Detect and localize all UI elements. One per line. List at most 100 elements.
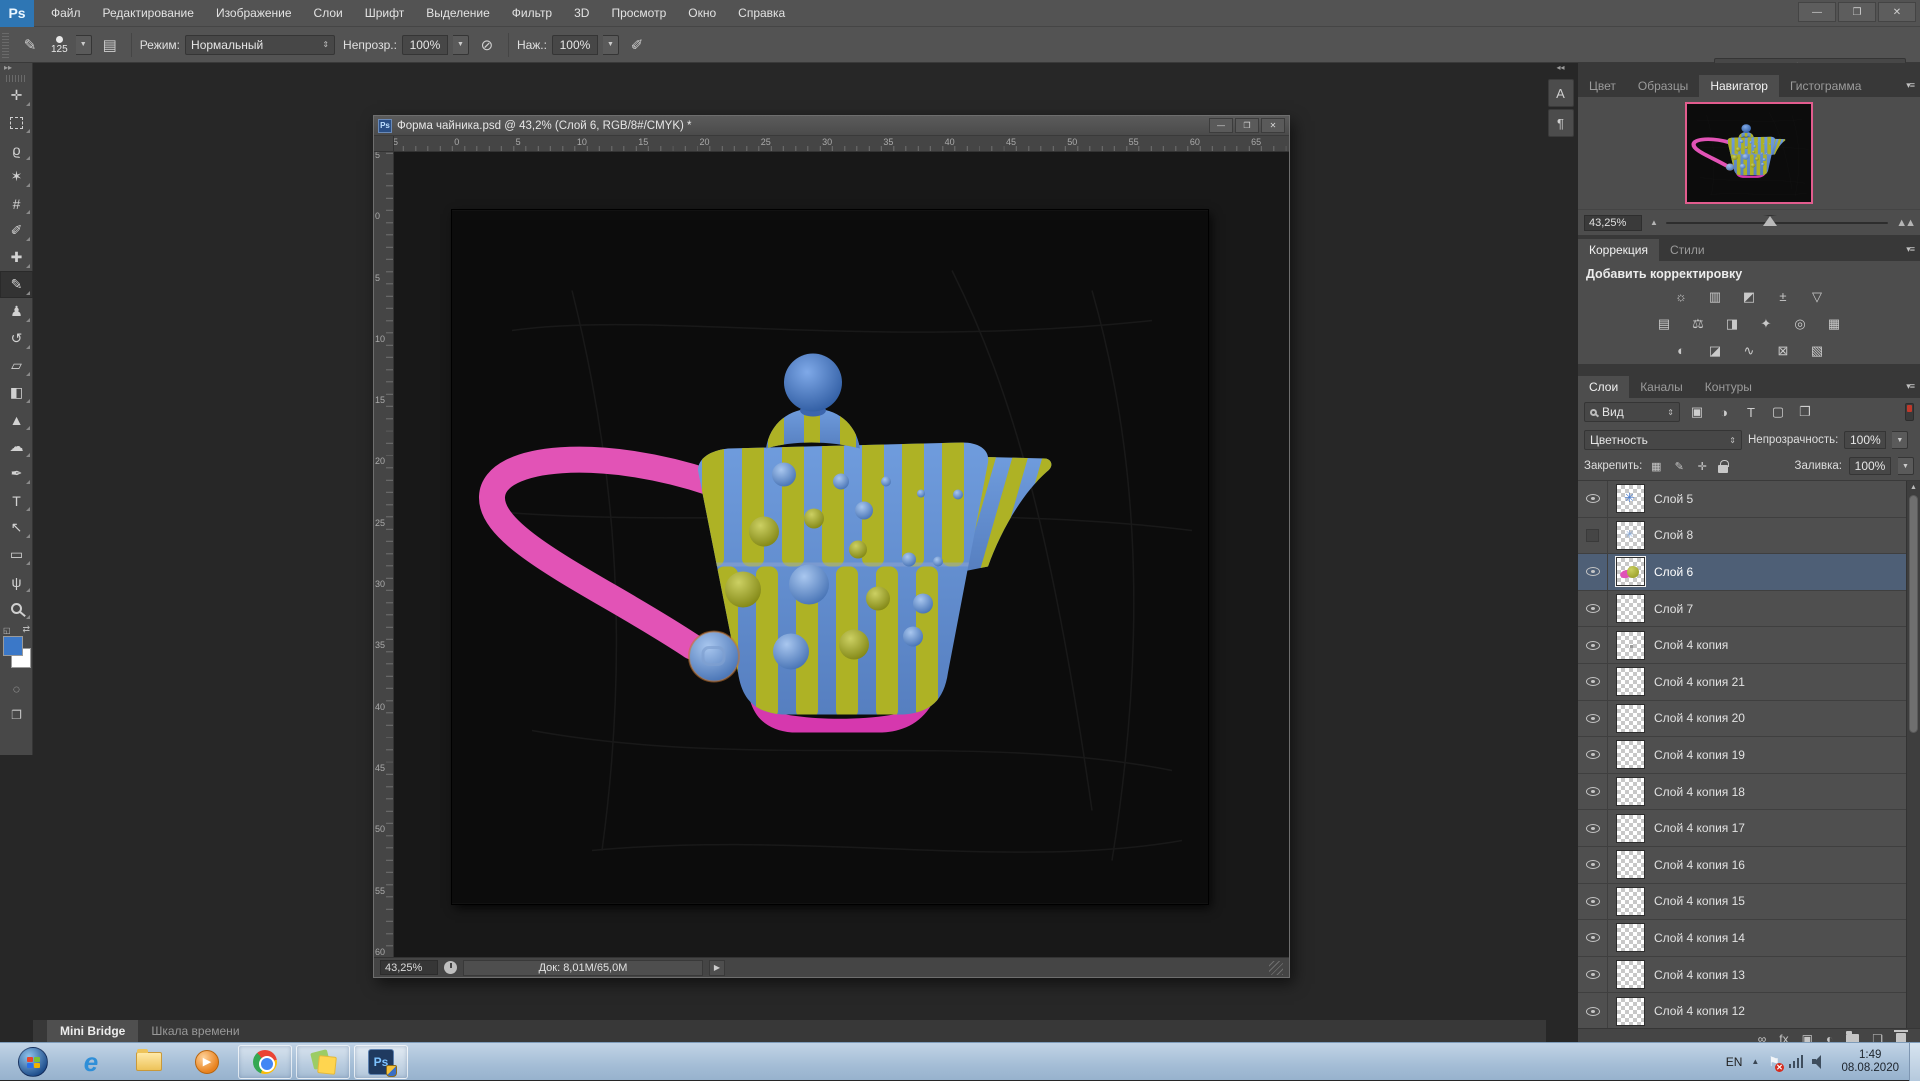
screen-mode-icon[interactable]: ❐ xyxy=(0,702,33,728)
marquee-tool[interactable] xyxy=(0,109,33,136)
layer-thumbnail[interactable] xyxy=(1616,777,1645,806)
adjustment-icon[interactable]: ▥ xyxy=(1703,287,1727,306)
blend-mode-select[interactable]: Нормальный⇕ xyxy=(185,35,335,55)
layer-row[interactable]: Слой 4 копия 18 xyxy=(1578,774,1920,811)
adjustment-icon[interactable]: ⚖ xyxy=(1686,314,1710,333)
layer-thumbnail[interactable] xyxy=(1616,814,1645,843)
filter-adjustment-icon[interactable]: ◑ xyxy=(1714,405,1734,420)
menu-item[interactable]: Изображение xyxy=(205,1,303,25)
layer-opacity-input[interactable]: 100% xyxy=(1844,431,1886,449)
brush-tool[interactable]: ✎ xyxy=(0,271,33,298)
visibility-cell[interactable] xyxy=(1578,627,1608,663)
airbrush-icon[interactable]: ✐ xyxy=(624,33,650,57)
canvas-artwork[interactable] xyxy=(452,210,1208,904)
menu-item[interactable]: Файл xyxy=(40,1,92,25)
navigator-zoom-slider[interactable] xyxy=(1666,222,1888,224)
show-desktop-button[interactable] xyxy=(1909,1043,1920,1081)
filter-smart-object-icon[interactable]: ❐ xyxy=(1795,404,1815,420)
layer-row[interactable]: Слой 8 xyxy=(1578,518,1920,555)
lock-position-icon[interactable]: ✛ xyxy=(1695,460,1709,473)
brush-preset-picker[interactable]: 125 xyxy=(48,36,71,54)
layer-row[interactable]: Слой 4 копия 13 xyxy=(1578,957,1920,994)
layer-thumbnail[interactable] xyxy=(1616,594,1645,623)
menu-item[interactable]: Фильтр xyxy=(501,1,563,25)
panel-tab[interactable]: Контуры xyxy=(1694,376,1763,398)
layer-thumbnail[interactable] xyxy=(1616,997,1645,1026)
panel-menu-icon[interactable]: ▾≡ xyxy=(1906,80,1914,91)
bottom-tab[interactable]: Mini Bridge xyxy=(47,1020,138,1042)
doc-close-button[interactable]: ✕ xyxy=(1261,118,1285,133)
layer-row[interactable]: Слой 4 копия 20 xyxy=(1578,701,1920,738)
default-colors-icon[interactable]: ◱ xyxy=(3,626,11,635)
photoshop-icon[interactable]: Ps xyxy=(354,1045,408,1079)
internet-explorer-icon[interactable]: e xyxy=(64,1045,118,1079)
visibility-cell[interactable] xyxy=(1578,957,1608,993)
type-tool[interactable]: T xyxy=(0,487,33,514)
panel-menu-icon[interactable]: ▾≡ xyxy=(1906,244,1914,255)
adjustment-icon[interactable]: ▦ xyxy=(1822,314,1846,333)
adjustment-icon[interactable]: ▧ xyxy=(1805,341,1829,360)
zoom-tool[interactable] xyxy=(0,595,33,622)
windows-explorer-icon[interactable] xyxy=(122,1045,176,1079)
visibility-cell[interactable] xyxy=(1578,847,1608,883)
photos-app-icon[interactable] xyxy=(296,1045,350,1079)
layer-scrollbar[interactable]: ▲ xyxy=(1906,481,1920,1028)
opacity-caret[interactable]: ▼ xyxy=(453,35,469,55)
layer-row[interactable]: Слой 5 xyxy=(1578,481,1920,518)
menu-item[interactable]: 3D xyxy=(563,1,600,25)
swap-colors-icon[interactable]: ⇄ xyxy=(22,624,30,635)
shape-tool[interactable]: ▭ xyxy=(0,541,33,568)
layer-thumbnail[interactable] xyxy=(1616,850,1645,879)
bottom-tab[interactable]: Шкала времени xyxy=(138,1020,252,1042)
layer-thumbnail[interactable] xyxy=(1616,557,1645,586)
clock[interactable]: 1:49 08.08.2020 xyxy=(1835,1049,1905,1075)
character-panel-icon[interactable]: A xyxy=(1548,79,1574,107)
brush-picker-caret[interactable]: ▼ xyxy=(76,35,92,55)
layer-fill-input[interactable]: 100% xyxy=(1849,457,1891,475)
resize-grip[interactable] xyxy=(1269,961,1283,975)
eraser-tool[interactable]: ▱ xyxy=(0,352,33,379)
visibility-cell[interactable] xyxy=(1578,591,1608,627)
hand-tool[interactable]: ψ xyxy=(0,568,33,595)
adjustment-icon[interactable]: ⊠ xyxy=(1771,341,1795,360)
panel-tab[interactable]: Коррекция xyxy=(1578,239,1659,261)
chrome-icon[interactable] xyxy=(238,1045,292,1079)
visibility-cell[interactable] xyxy=(1578,920,1608,956)
layer-fill-caret[interactable]: ▼ xyxy=(1898,457,1914,475)
status-zoom-field[interactable]: 43,25% xyxy=(380,960,438,975)
eyedropper-tool[interactable]: ✐ xyxy=(0,217,33,244)
panel-tab[interactable]: Навигатор xyxy=(1699,75,1779,97)
layer-row[interactable]: Слой 4 копия 17 xyxy=(1578,810,1920,847)
volume-icon[interactable] xyxy=(1812,1055,1826,1068)
visibility-cell[interactable] xyxy=(1578,810,1608,846)
layer-row[interactable]: Слой 7 xyxy=(1578,591,1920,628)
doc-maximize-button[interactable]: ❐ xyxy=(1235,118,1259,133)
filter-pixel-icon[interactable]: ▣ xyxy=(1687,404,1707,420)
lock-paint-icon[interactable]: ✎ xyxy=(1672,460,1686,473)
move-tool[interactable]: ✛ xyxy=(0,82,33,109)
adjustment-icon[interactable]: ▤ xyxy=(1652,314,1676,333)
layer-thumbnail[interactable] xyxy=(1616,521,1645,550)
menu-item[interactable]: Редактирование xyxy=(92,1,205,25)
layer-row[interactable]: Слой 6 xyxy=(1578,554,1920,591)
menu-item[interactable]: Справка xyxy=(727,1,796,25)
layer-thumbnail[interactable] xyxy=(1616,923,1645,952)
tray-expand-icon[interactable]: ▲ xyxy=(1751,1057,1759,1066)
visibility-cell[interactable] xyxy=(1578,884,1608,920)
adjustment-icon[interactable]: ▽ xyxy=(1805,287,1829,306)
layer-blend-mode-select[interactable]: Цветность⇕ xyxy=(1584,430,1742,450)
layer-thumbnail[interactable] xyxy=(1616,631,1645,660)
path-select-tool[interactable]: ↖ xyxy=(0,514,33,541)
dock-expand-icon[interactable]: ◂◂ xyxy=(1546,63,1575,77)
options-grip[interactable] xyxy=(2,32,9,58)
pressure-opacity-icon[interactable]: ⊘ xyxy=(474,33,500,57)
lasso-tool[interactable]: ϱ xyxy=(0,136,33,163)
clone-stamp-tool[interactable]: ♟ xyxy=(0,298,33,325)
adjustment-icon[interactable]: ◨ xyxy=(1720,314,1744,333)
layer-row[interactable]: Слой 4 копия 21 xyxy=(1578,664,1920,701)
panel-tab[interactable]: Каналы xyxy=(1629,376,1694,398)
zoom-out-icon[interactable]: ▲ xyxy=(1650,218,1658,227)
lock-all-icon[interactable] xyxy=(1718,465,1728,473)
visibility-cell[interactable] xyxy=(1578,481,1608,517)
menu-item[interactable]: Выделение xyxy=(415,1,501,25)
